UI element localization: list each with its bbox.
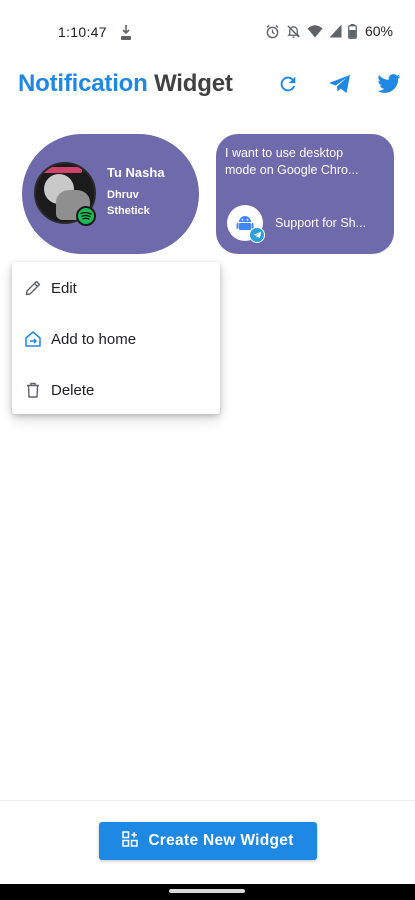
status-icons: 60% xyxy=(265,23,393,39)
status-bar: 1:10:47 60% xyxy=(0,0,415,66)
telegram-icon[interactable] xyxy=(326,70,354,98)
chat-message-line: mode on Google Chro... xyxy=(225,163,359,177)
trash-icon xyxy=(24,381,42,399)
notifications-off-icon xyxy=(286,24,301,39)
menu-item-label: Add to home xyxy=(51,331,137,348)
app-bar: Notification Widget xyxy=(0,66,415,106)
signal-icon xyxy=(329,24,342,38)
context-menu: Edit Add to home Delete xyxy=(12,262,220,414)
data-saver-icon xyxy=(119,24,133,42)
app-title-widget: Widget xyxy=(154,70,233,97)
chat-sender: Support for Sh... xyxy=(275,216,367,230)
music-artist: Dhruv Sthetick xyxy=(107,189,150,217)
widget-add-icon xyxy=(122,830,139,852)
twitter-icon[interactable] xyxy=(375,70,403,98)
pencil-icon xyxy=(24,279,42,297)
chat-message: I want to use desktop mode on Google Chr… xyxy=(225,145,387,179)
wifi-icon xyxy=(307,24,323,38)
alarm-icon xyxy=(265,24,280,39)
telegram-icon xyxy=(249,227,265,243)
add-to-home-icon xyxy=(24,330,42,348)
chat-message-line: I want to use desktop xyxy=(225,146,344,160)
create-new-widget-button[interactable]: Create New Widget xyxy=(99,822,317,860)
create-new-widget-label: Create New Widget xyxy=(148,832,294,849)
menu-item-label: Delete xyxy=(51,382,95,399)
battery-icon xyxy=(348,23,357,39)
battery-percentage: 60% xyxy=(364,23,393,39)
home-gesture-handle[interactable] xyxy=(169,889,245,893)
music-title: Tu Nasha xyxy=(107,165,165,180)
menu-item-edit[interactable]: Edit xyxy=(12,266,220,310)
menu-item-add-to-home[interactable]: Add to home xyxy=(12,317,220,361)
refresh-icon[interactable] xyxy=(274,70,302,98)
music-widget-card[interactable]: Tu Nasha Dhruv Sthetick xyxy=(22,134,199,254)
app-title-notification: Notification xyxy=(18,70,148,97)
status-time: 1:10:47 xyxy=(58,24,107,40)
chat-widget-card[interactable]: I want to use desktop mode on Google Chr… xyxy=(216,134,394,254)
app-title: Notification Widget xyxy=(18,70,233,98)
menu-item-label: Edit xyxy=(51,280,77,297)
menu-item-delete[interactable]: Delete xyxy=(12,368,220,412)
spotify-icon xyxy=(76,206,96,226)
